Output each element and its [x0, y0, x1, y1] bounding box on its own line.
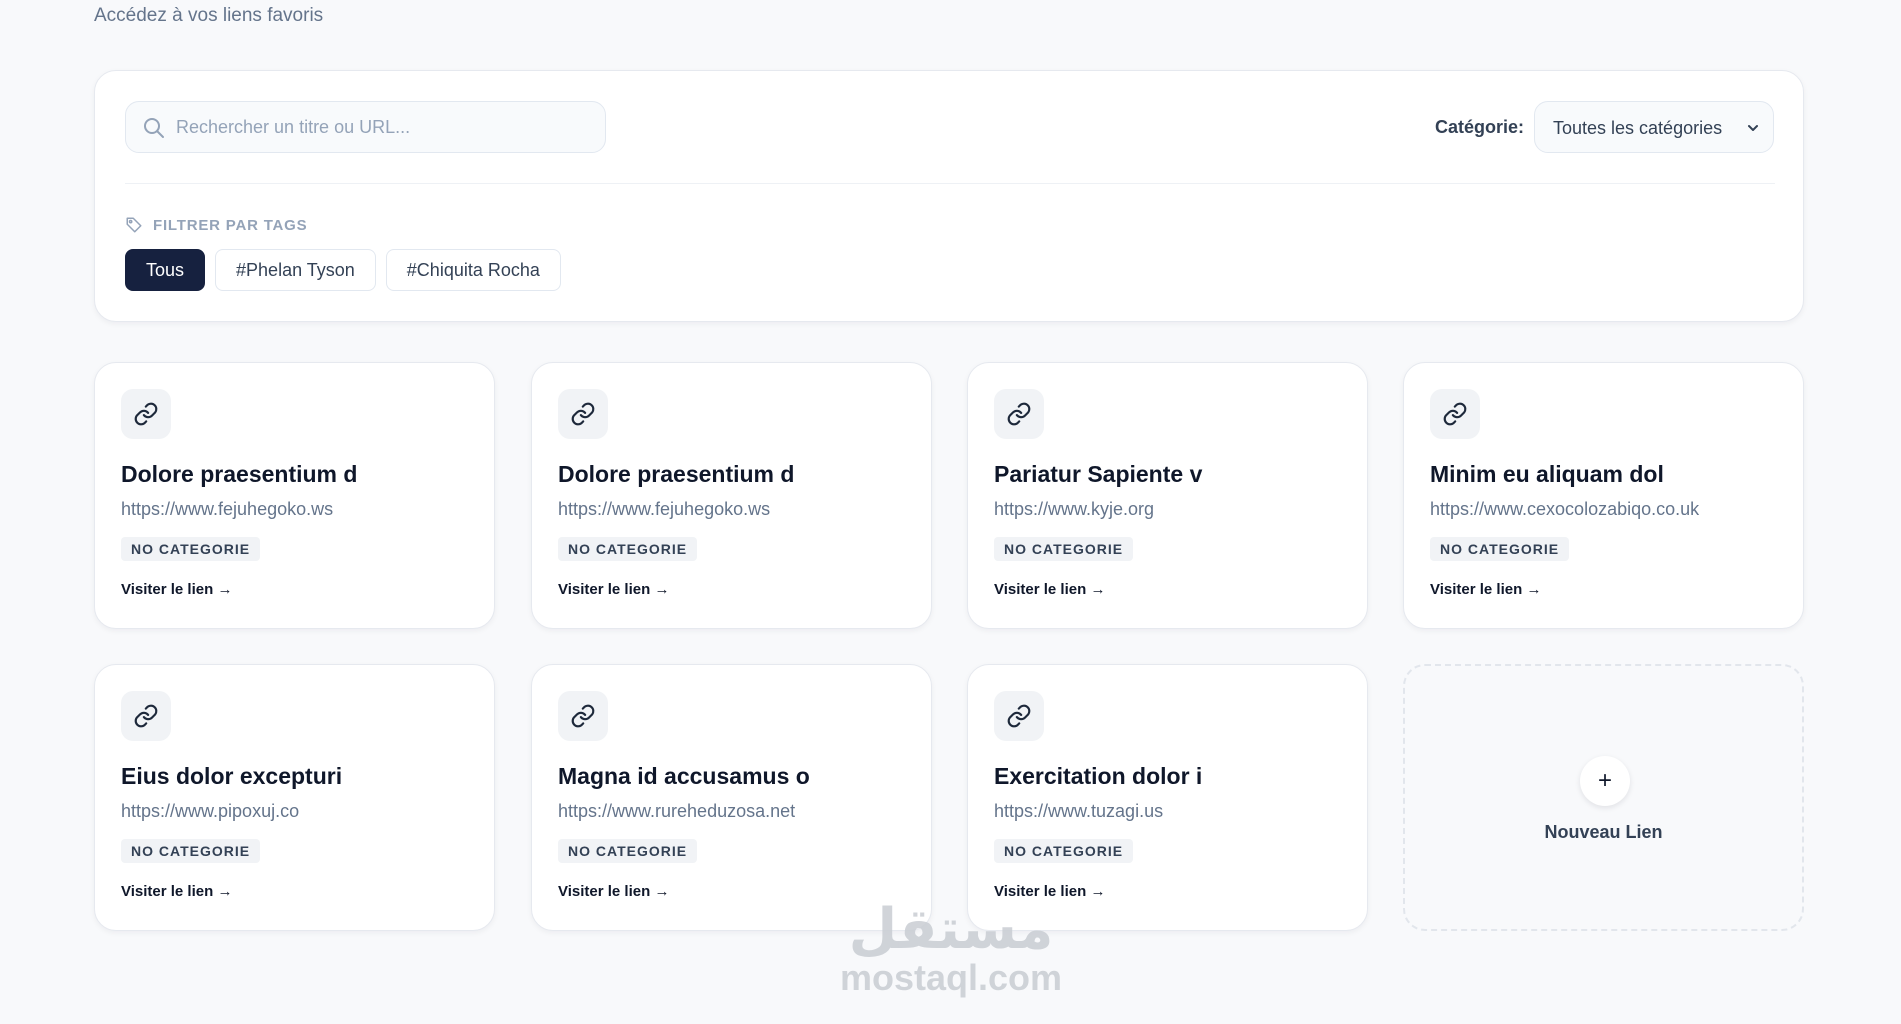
link-url: https://www.pipoxuj.co [121, 801, 300, 821]
link-card[interactable]: Pariatur Sapiente v https://www.kyje.org… [967, 362, 1368, 629]
category-badge: NO CATEGORIE [994, 839, 1134, 863]
new-link-card[interactable]: + Nouveau Lien [1403, 664, 1804, 931]
search-box[interactable] [125, 101, 606, 153]
category-select-value: Toutes les catégories [1553, 118, 1723, 138]
link-title: Pariatur Sapiente v [994, 461, 1203, 487]
plus-icon[interactable]: + [1580, 756, 1630, 806]
search-input[interactable] [176, 102, 596, 152]
link-url: https://www.tuzagi.us [994, 801, 1164, 821]
visit-link[interactable]: Visiter le lien → [121, 581, 232, 598]
category-badge: NO CATEGORIE [1430, 537, 1570, 561]
link-icon [121, 389, 171, 439]
visit-link[interactable]: Visiter le lien → [121, 883, 232, 900]
watermark: مستقل mostaql.com [836, 900, 1066, 996]
category-badge: NO CATEGORIE [558, 839, 698, 863]
link-card[interactable]: Magna id accusamus o https://www.rurehed… [531, 664, 932, 931]
link-icon [994, 389, 1044, 439]
link-card[interactable]: Dolore praesentium d https://www.fejuheg… [94, 362, 495, 629]
link-url: https://www.kyje.org [994, 499, 1155, 519]
link-card[interactable]: Dolore praesentium d https://www.fejuheg… [531, 362, 932, 629]
page-subtitle: Accédez à vos liens favoris [94, 5, 324, 26]
category-label: Catégorie: [1435, 117, 1525, 137]
search-icon [142, 116, 166, 140]
link-icon [1430, 389, 1480, 439]
category-badge: NO CATEGORIE [121, 839, 261, 863]
link-title: Minim eu aliquam dol [1430, 461, 1664, 487]
tag-phelan-tyson[interactable]: #Phelan Tyson [215, 249, 376, 291]
link-title: Magna id accusamus o [558, 763, 810, 789]
tag-icon [125, 216, 143, 234]
tag-list: Tous #Phelan Tyson #Chiquita Rocha [125, 249, 561, 291]
tags-heading: FILTRER PAR TAGS [125, 215, 307, 235]
tags-heading-label: FILTRER PAR TAGS [153, 216, 308, 234]
link-url: https://www.cexocolozabiqo.co.uk [1430, 499, 1700, 519]
tag-all[interactable]: Tous [125, 249, 206, 291]
category-select[interactable]: Toutes les catégories [1534, 101, 1774, 153]
visit-link[interactable]: Visiter le lien → [558, 581, 669, 598]
link-url: https://www.fejuhegoko.ws [558, 499, 771, 519]
link-icon [994, 691, 1044, 741]
link-icon [558, 389, 608, 439]
category-badge: NO CATEGORIE [121, 537, 261, 561]
link-card[interactable]: Minim eu aliquam dol https://www.cexocol… [1403, 362, 1804, 629]
link-url: https://www.fejuhegoko.ws [121, 499, 334, 519]
visit-link[interactable]: Visiter le lien → [1430, 581, 1541, 598]
link-url: https://www.rureheduzosa.net [558, 801, 796, 821]
link-title: Exercitation dolor i [994, 763, 1203, 789]
link-card[interactable]: Exercitation dolor i https://www.tuzagi.… [967, 664, 1368, 931]
link-title: Dolore praesentium d [558, 461, 795, 487]
visit-link[interactable]: Visiter le lien → [558, 883, 669, 900]
watermark-latin: mostaql.com [839, 957, 1063, 998]
link-title: Dolore praesentium d [121, 461, 358, 487]
divider [125, 183, 1775, 184]
link-icon [558, 691, 608, 741]
category-badge: NO CATEGORIE [558, 537, 698, 561]
link-title: Eius dolor excepturi [121, 763, 343, 789]
category-badge: NO CATEGORIE [994, 537, 1134, 561]
tag-chiquita-rocha[interactable]: #Chiquita Rocha [385, 249, 561, 291]
new-link-label: Nouveau Lien [1544, 822, 1663, 842]
link-card[interactable]: Eius dolor excepturi https://www.pipoxuj… [94, 664, 495, 931]
watermark-arabic: مستقل [848, 897, 1054, 962]
chevron-down-icon [1745, 120, 1761, 136]
link-icon [121, 691, 171, 741]
visit-link[interactable]: Visiter le lien → [994, 581, 1105, 598]
filter-panel: Catégorie: Toutes les catégories FILTRER… [94, 70, 1804, 322]
